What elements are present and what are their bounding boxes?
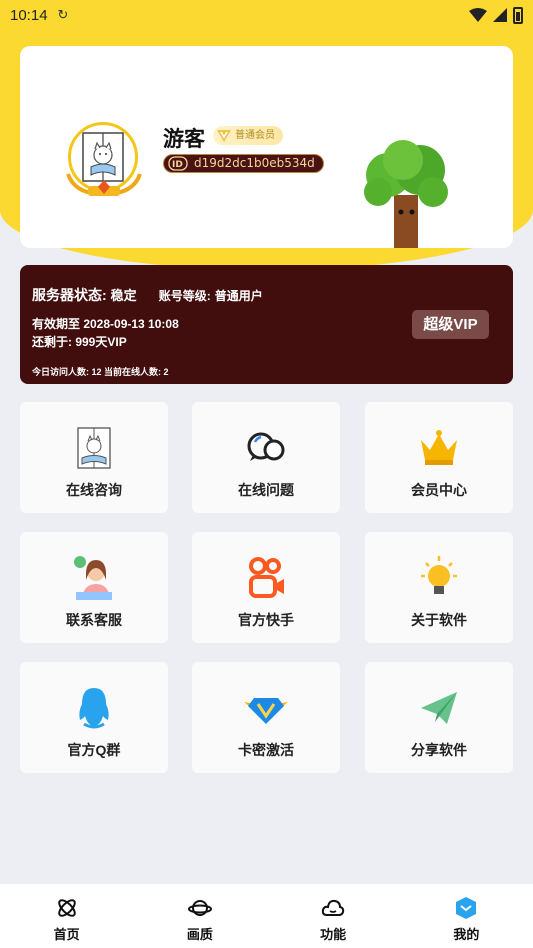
status-time: 10:14 <box>10 6 48 24</box>
status-bar: 10:14 ↻ <box>0 0 533 30</box>
svg-text:ID: ID <box>172 160 183 170</box>
tile-about-software[interactable]: 关于软件 <box>365 532 513 643</box>
laurel-icon <box>66 173 142 196</box>
nav-label: 功能 <box>320 927 347 942</box>
bottom-nav: 首页 画质 功能 我的 <box>0 884 533 948</box>
tree-mascot-icon <box>364 140 448 248</box>
user-id-text: d19d2dc1b0eb534d <box>194 156 315 170</box>
signal-icon <box>493 8 507 22</box>
tile-label: 官方快手 <box>238 612 294 628</box>
tile-online-questions[interactable]: 在线问题 <box>192 402 340 513</box>
tile-label: 会员中心 <box>411 482 467 498</box>
super-vip-button[interactable]: 超级VIP <box>412 310 489 339</box>
expire-date: 有效期至 2028-09-13 10:08 <box>32 317 179 331</box>
cloud-icon <box>321 899 345 916</box>
nav-home[interactable]: 首页 <box>0 884 133 948</box>
qq-penguin-icon <box>79 688 109 729</box>
tile-label: 分享软件 <box>411 742 467 758</box>
cat-reading-icon <box>77 427 111 469</box>
battery-icon <box>513 6 523 24</box>
tile-label: 关于软件 <box>411 612 467 628</box>
tile-member-center[interactable]: 会员中心 <box>365 402 513 513</box>
tile-label: 卡密激活 <box>238 742 294 758</box>
avatar[interactable] <box>66 122 142 196</box>
visitor-stats: 今日访问人数: 12 当前在线人数: 2 <box>32 367 169 377</box>
nav-label: 我的 <box>453 927 480 942</box>
chat-bubbles-icon <box>247 432 285 461</box>
planet-icon <box>187 900 212 916</box>
lightbulb-icon <box>421 556 457 594</box>
atom-icon <box>57 899 76 917</box>
tile-label: 在线问题 <box>238 482 294 498</box>
nav-label: 画质 <box>186 927 213 942</box>
account-level-label: 账号等级: <box>158 289 211 303</box>
server-status-value: 稳定 <box>110 288 137 303</box>
tile-online-consult[interactable]: 在线咨询 <box>20 402 168 513</box>
user-id-pill[interactable]: ID d19d2dc1b0eb534d <box>163 154 324 173</box>
id-icon: ID <box>168 156 188 171</box>
customer-service-icon <box>74 556 112 600</box>
cube-icon <box>456 897 477 919</box>
v-badge-icon <box>217 130 231 142</box>
username: 游客 <box>163 128 205 151</box>
member-badge-label: 普通会员 <box>235 130 275 141</box>
tile-label: 联系客服 <box>66 612 122 628</box>
kuaishou-icon <box>249 557 284 598</box>
server-status-card: 服务器状态: 稳定 账号等级: 普通用户 有效期至 2028-09-13 10:… <box>20 265 513 384</box>
tile-label: 在线咨询 <box>66 482 122 498</box>
profile-card: 游客 普通会员 ID d19d2dc1b0eb534d <box>20 46 513 248</box>
tile-contact-service[interactable]: 联系客服 <box>20 532 168 643</box>
member-badge: 普通会员 <box>213 126 283 145</box>
vip-diamond-icon <box>244 698 288 724</box>
sync-icon: ↻ <box>57 7 69 22</box>
nav-quality[interactable]: 画质 <box>133 884 266 948</box>
tile-card-activation[interactable]: 卡密激活 <box>192 662 340 773</box>
server-status-label: 服务器状态: <box>32 287 107 303</box>
tile-official-kuaishou[interactable]: 官方快手 <box>192 532 340 643</box>
tile-label: 官方Q群 <box>67 742 121 758</box>
crown-icon <box>421 430 457 465</box>
tile-official-qq-group[interactable]: 官方Q群 <box>20 662 168 773</box>
wifi-icon <box>469 8 487 22</box>
nav-label: 首页 <box>53 927 80 942</box>
paper-plane-icon <box>421 692 457 724</box>
tile-share-software[interactable]: 分享软件 <box>365 662 513 773</box>
remaining-days: 还剩于: 999天VIP <box>32 335 127 349</box>
nav-functions[interactable]: 功能 <box>267 884 400 948</box>
account-level-value: 普通用户 <box>214 289 263 303</box>
nav-mine[interactable]: 我的 <box>400 884 533 948</box>
